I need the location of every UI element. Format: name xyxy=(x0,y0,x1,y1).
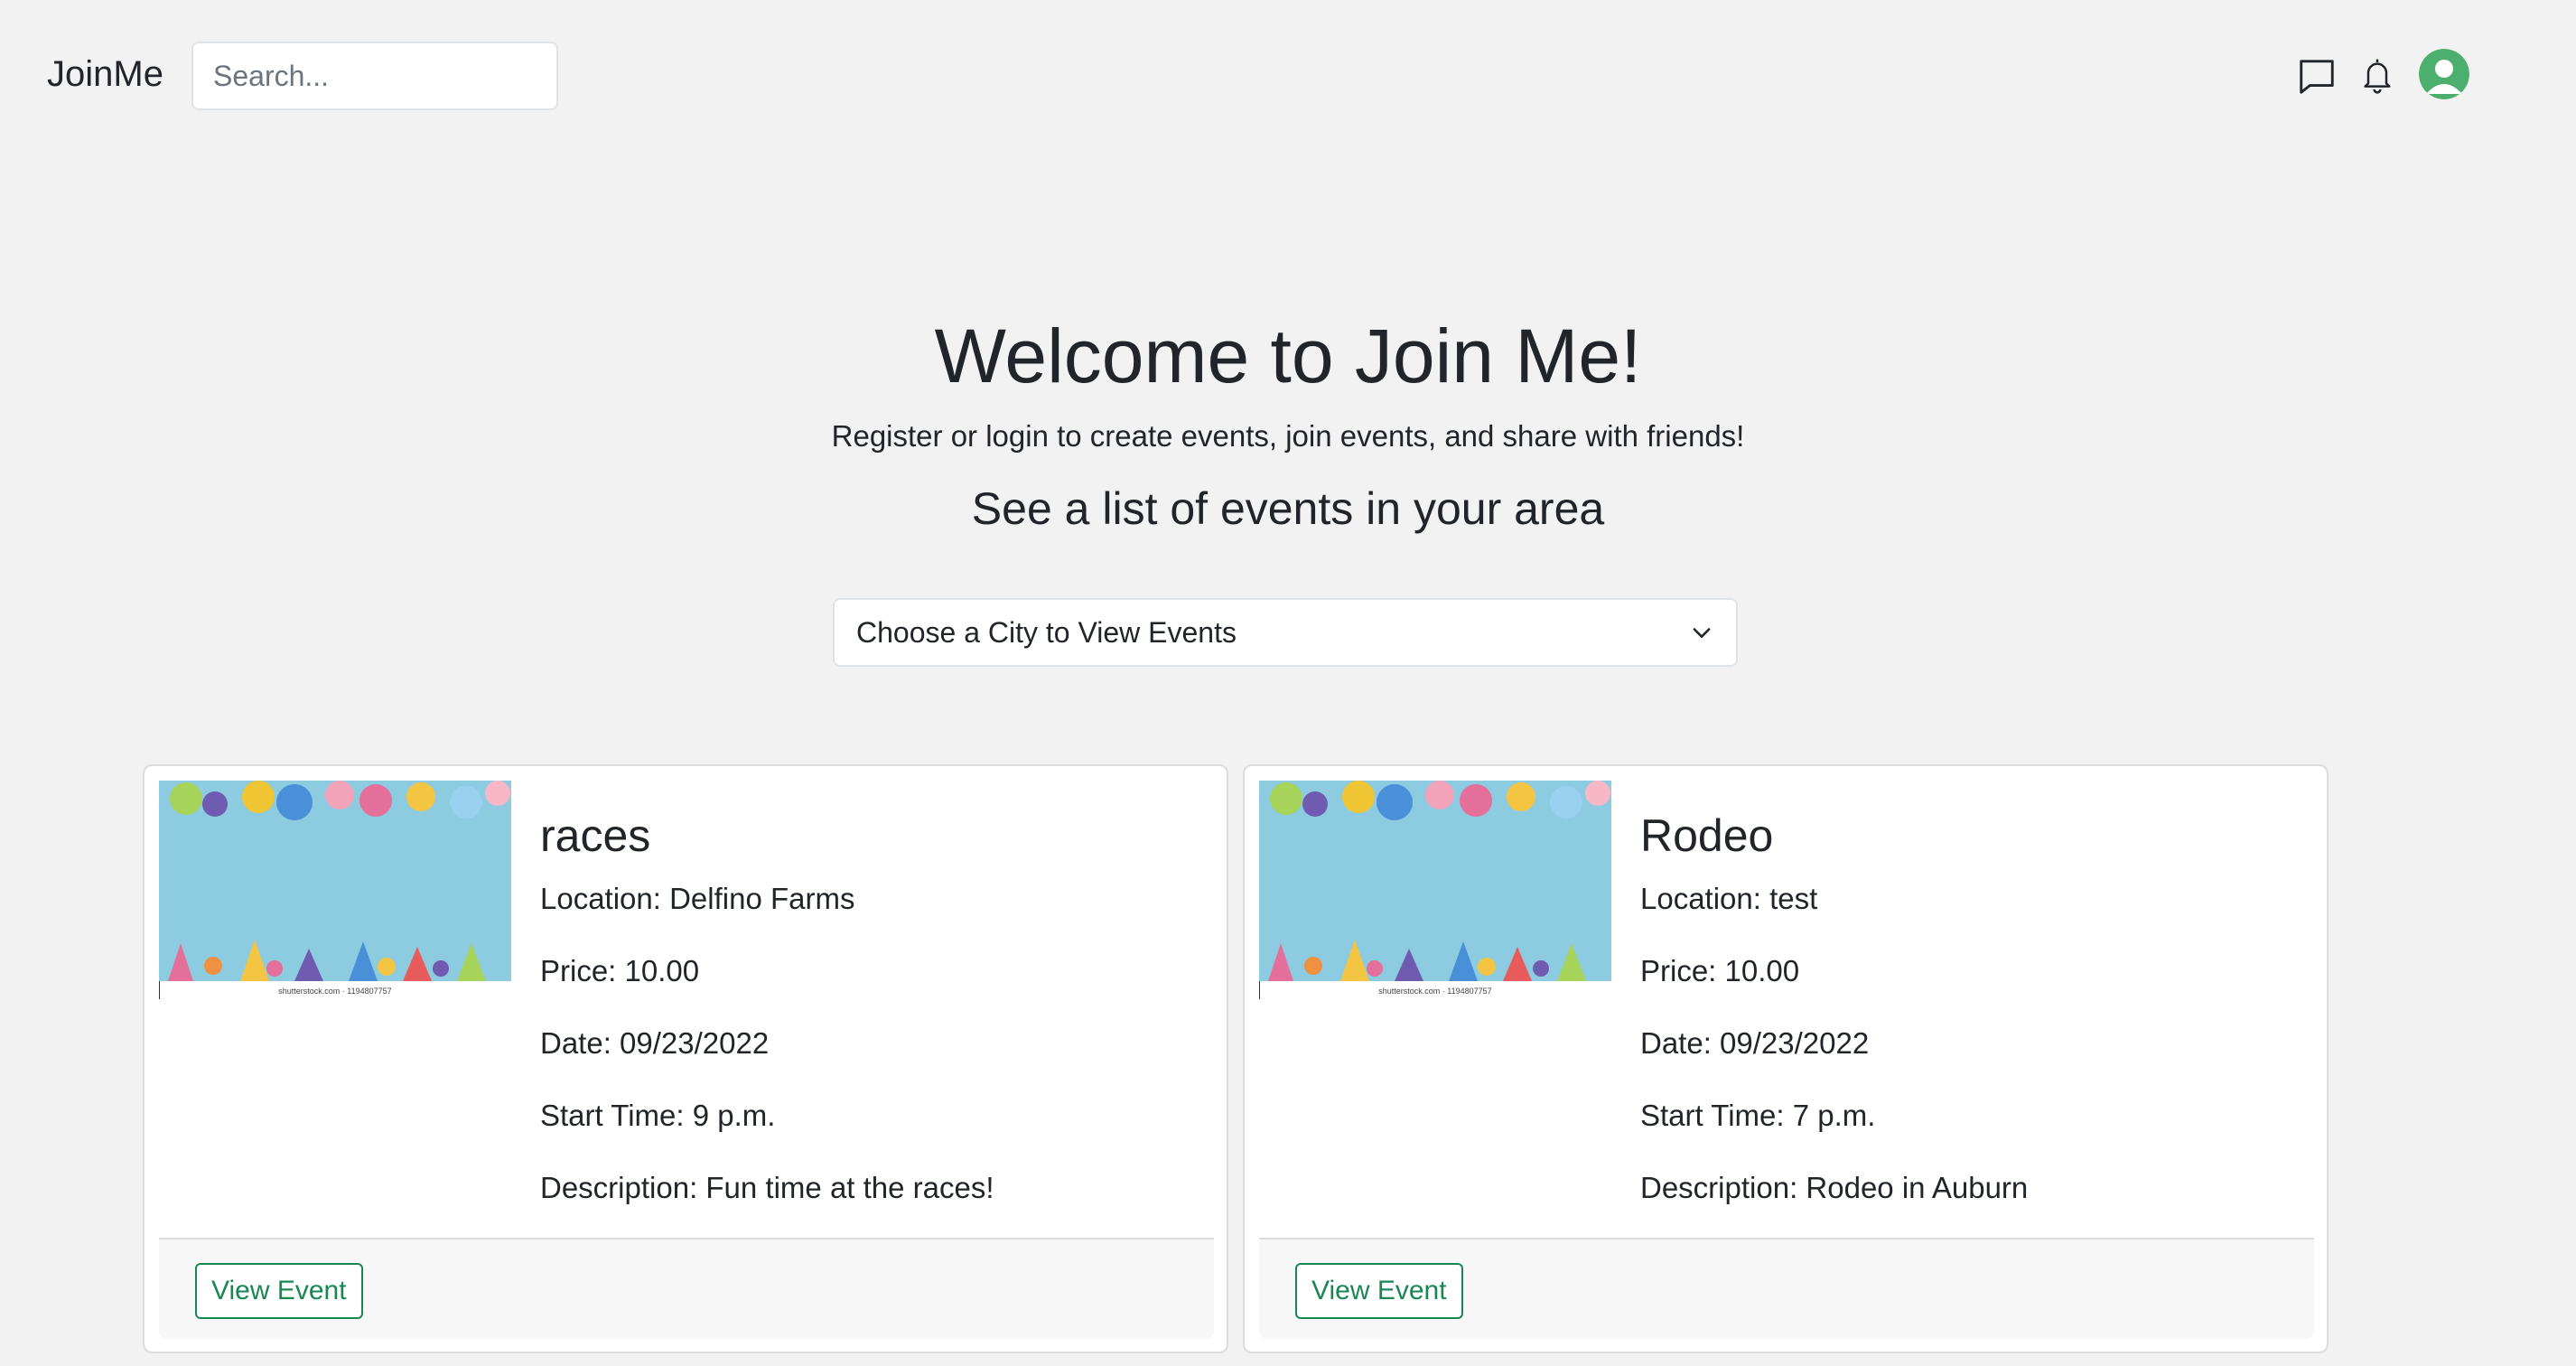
event-description: Description: Fun time at the races! xyxy=(540,1171,994,1204)
event-description: Description: Rodeo in Auburn xyxy=(1640,1171,2029,1204)
search-input[interactable] xyxy=(191,42,558,110)
card-footer: View Event xyxy=(1259,1238,2314,1339)
event-card: shutterstock.com · 1194807757 Rodeo Loca… xyxy=(1243,764,2329,1353)
message-icon[interactable] xyxy=(2296,56,2338,98)
view-event-button[interactable]: View Event xyxy=(1295,1263,1463,1319)
city-select-value: Choose a City to View Events xyxy=(856,615,1237,649)
event-date: Date: 09/23/2022 xyxy=(1640,1026,1870,1060)
event-title: Rodeo xyxy=(1640,810,1774,861)
user-avatar-icon[interactable] xyxy=(2419,49,2469,99)
event-image: shutterstock.com · 1194807757 xyxy=(1259,781,1611,999)
city-select[interactable]: Choose a City to View Events xyxy=(833,598,1738,667)
event-title: races xyxy=(540,810,651,861)
event-location: Location: Delfino Farms xyxy=(540,882,855,915)
view-event-button[interactable]: View Event xyxy=(195,1263,363,1319)
navbar: JoinMe xyxy=(0,0,2576,154)
event-start-time: Start Time: 7 p.m. xyxy=(1640,1099,1876,1132)
event-date: Date: 09/23/2022 xyxy=(540,1026,770,1060)
event-start-time: Start Time: 9 p.m. xyxy=(540,1099,776,1132)
event-location: Location: test xyxy=(1640,882,1818,915)
event-price: Price: 10.00 xyxy=(1640,954,1800,987)
events-heading: See a list of events in your area xyxy=(971,483,1605,534)
hero-subtitle: Register or login to create events, join… xyxy=(831,419,1745,453)
page-title: Welcome to Join Me! xyxy=(934,313,1642,398)
event-price: Price: 10.00 xyxy=(540,954,700,987)
image-caption: shutterstock.com · 1194807757 xyxy=(1378,987,1492,996)
event-card: shutterstock.com · 1194807757 races Loca… xyxy=(143,764,1228,1353)
image-caption: shutterstock.com · 1194807757 xyxy=(278,987,392,996)
chevron-down-icon xyxy=(1693,628,1711,638)
event-image: shutterstock.com · 1194807757 xyxy=(159,781,511,999)
bell-icon[interactable] xyxy=(2359,54,2395,98)
brand-logo[interactable]: JoinMe xyxy=(47,54,163,95)
card-footer: View Event xyxy=(159,1238,1214,1339)
